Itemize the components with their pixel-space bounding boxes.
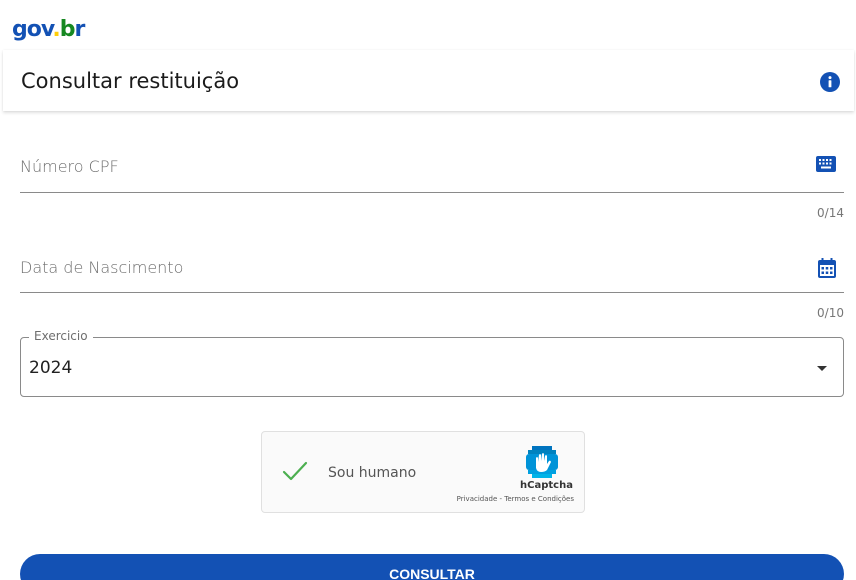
checkmark-icon[interactable]	[282, 460, 308, 482]
page: gov.br Consultar restituição Número CPF …	[0, 0, 856, 580]
info-icon[interactable]	[820, 72, 840, 92]
hcaptcha-links: Privacidade - Termos e Condições	[457, 495, 574, 503]
hcaptcha-brand-name: hCaptcha	[520, 480, 573, 491]
page-header: Consultar restituição	[3, 50, 854, 111]
calendar-icon[interactable]	[818, 258, 836, 278]
cpf-field-label: Número CPF	[20, 157, 119, 176]
cpf-field-underline	[20, 192, 844, 193]
privacy-link[interactable]: Privacidade	[457, 495, 498, 503]
cpf-field[interactable]: Número CPF 0/14	[20, 150, 844, 230]
cpf-char-counter: 0/14	[817, 206, 844, 220]
exercicio-select-value: 2024	[29, 358, 73, 378]
terms-link[interactable]: Termos e Condições	[504, 495, 574, 503]
birthdate-field-underline	[20, 292, 844, 293]
exercicio-select[interactable]: Exercicio 2024	[20, 329, 844, 397]
consultar-button[interactable]: CONSULTAR	[20, 554, 844, 580]
hcaptcha-widget[interactable]: Sou humano hCaptcha Privacidade - Termos…	[261, 431, 585, 513]
birthdate-field[interactable]: Data de Nascimento 0/10	[20, 250, 844, 330]
captcha-label: Sou humano	[328, 465, 417, 481]
govbr-logo[interactable]: gov.br	[12, 18, 85, 42]
hcaptcha-logo-icon	[526, 446, 558, 478]
keyboard-icon[interactable]	[816, 156, 836, 172]
page-title: Consultar restituição	[21, 69, 240, 93]
birthdate-char-counter: 0/10	[817, 306, 844, 320]
birthdate-field-label: Data de Nascimento	[20, 258, 184, 277]
exercicio-select-label: Exercicio	[29, 329, 93, 343]
dropdown-arrow-icon[interactable]	[817, 366, 827, 371]
